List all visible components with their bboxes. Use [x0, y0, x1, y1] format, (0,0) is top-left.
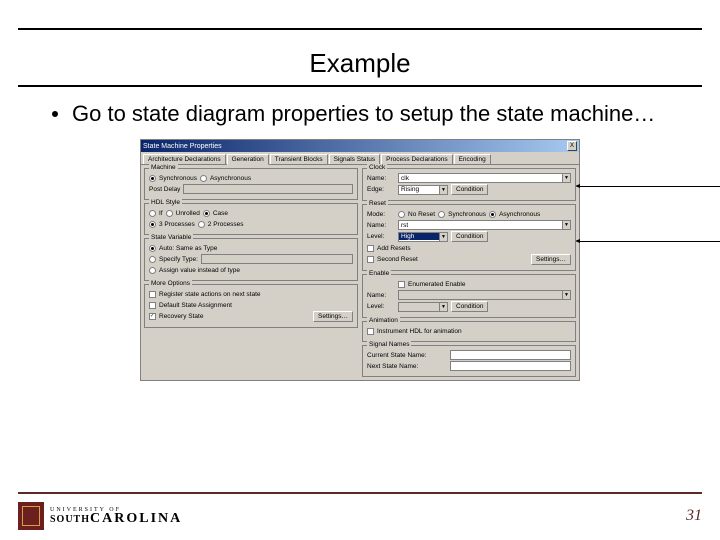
radio-async-reset[interactable]: [489, 211, 496, 218]
callout-arrow-reset: [579, 241, 720, 242]
group-enable: Enable Enumerated Enable Name:▼ Level:▼C…: [362, 274, 576, 318]
check-second-reset[interactable]: [367, 256, 374, 263]
tab-encoding[interactable]: Encoding: [454, 154, 491, 164]
radio-unrolled[interactable]: [166, 210, 173, 217]
specify-type-field[interactable]: [201, 254, 353, 264]
footer-row: UNIVERSITY OF SOUTHCAROLINA 31: [0, 494, 720, 540]
radio-auto-type[interactable]: [149, 245, 156, 252]
enable-condition-button[interactable]: Condition: [451, 301, 488, 312]
radio-2proc[interactable]: [198, 221, 205, 228]
group-state-var: State Variable Auto: Same as Type Specif…: [144, 238, 358, 281]
check-add-resets[interactable]: [367, 245, 374, 252]
radio-assign-value[interactable]: [149, 267, 156, 274]
slide-title: Example: [0, 30, 720, 85]
check-default-state[interactable]: [149, 302, 156, 309]
reset-settings-button[interactable]: Settings…: [531, 254, 571, 265]
enable-name-combo[interactable]: ▼: [398, 290, 571, 300]
radio-case[interactable]: [203, 210, 210, 217]
radio-if[interactable]: [149, 210, 156, 217]
group-clock: Clock Name: clk▼ Edge: Rising▼ Condition: [362, 168, 576, 201]
group-signal-names: Signal Names Current State Name: Next St…: [362, 345, 576, 377]
bullet-item: Go to state diagram properties to setup …: [0, 87, 720, 137]
reset-level-combo[interactable]: High▼: [398, 232, 448, 242]
close-button[interactable]: X: [567, 141, 577, 151]
tab-bar: Architecture Declarations Generation Tra…: [141, 152, 579, 165]
clock-edge-combo[interactable]: Rising▼: [398, 185, 448, 195]
more-settings-button[interactable]: Settings…: [313, 311, 353, 322]
clock-condition-button[interactable]: Condition: [451, 184, 488, 195]
tab-generation[interactable]: Generation: [227, 154, 269, 165]
group-more-options: More Options Register state actions on n…: [144, 284, 358, 328]
radio-asynchronous[interactable]: [200, 175, 207, 182]
radio-sync-reset[interactable]: [438, 211, 445, 218]
post-delay-field[interactable]: [183, 184, 353, 194]
check-register-actions[interactable]: [149, 291, 156, 298]
page-number: 31: [686, 507, 702, 525]
callout-arrow-clock: [579, 186, 720, 187]
current-state-name-field[interactable]: [450, 350, 571, 360]
radio-specify-type[interactable]: [149, 256, 156, 263]
group-reset: Reset Mode: No Reset Synchronous Asynchr…: [362, 204, 576, 271]
group-hdl-style: HDL Style If Unrolled Case 3 Processes 2…: [144, 203, 358, 235]
bullet-dot-icon: [52, 111, 58, 117]
tab-process-decl[interactable]: Process Declarations: [381, 154, 452, 164]
next-state-name-field[interactable]: [450, 361, 571, 371]
check-enum-enable[interactable]: [398, 281, 405, 288]
check-instrument-hdl[interactable]: [367, 328, 374, 335]
radio-no-reset[interactable]: [398, 211, 405, 218]
university-name: UNIVERSITY OF SOUTHCAROLINA: [50, 508, 182, 524]
group-animation: Animation Instrument HDL for animation: [362, 321, 576, 342]
radio-3proc[interactable]: [149, 221, 156, 228]
university-logo: [18, 502, 44, 530]
properties-dialog: State Machine Properties X Architecture …: [140, 139, 580, 381]
tab-transient[interactable]: Transient Blocks: [270, 154, 328, 164]
reset-name-combo[interactable]: rst▼: [398, 220, 571, 230]
dialog-titlebar: State Machine Properties X: [141, 140, 579, 152]
tab-arch-decl[interactable]: Architecture Declarations: [143, 154, 226, 164]
check-recovery-state[interactable]: [149, 313, 156, 320]
clock-name-combo[interactable]: clk▼: [398, 173, 571, 183]
tab-signals[interactable]: Signals Status: [329, 154, 381, 164]
group-machine: Machine Synchronous Asynchronous Post De…: [144, 168, 358, 200]
reset-condition-button[interactable]: Condition: [451, 231, 488, 242]
radio-synchronous[interactable]: [149, 175, 156, 182]
enable-level-combo[interactable]: ▼: [398, 302, 448, 312]
